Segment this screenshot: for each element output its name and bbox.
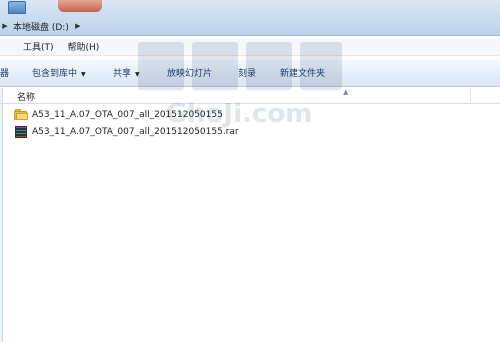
slideshow-button[interactable]: 放映幻灯片	[167, 66, 212, 82]
share-label: 共享	[113, 69, 132, 79]
include-in-library-label: 包含到库中	[32, 69, 78, 79]
file-list-header: 名称 ▲	[0, 88, 500, 104]
menu-tools[interactable]: 工具(T)	[16, 40, 61, 53]
explorer-window: ▶ 本地磁盘 (D:) ▶ 工具(T) 帮助(H) 器 包含到库中 ▼ 共享 ▼ 放…	[0, 0, 500, 342]
sort-ascending-icon: ▲	[343, 88, 349, 96]
breadcrumb-chevron-icon[interactable]: ▶	[0, 22, 10, 30]
column-divider[interactable]	[470, 88, 471, 104]
organize-button-label: 器	[0, 69, 10, 79]
column-header-name[interactable]: 名称	[17, 90, 35, 103]
rar-archive-icon	[14, 125, 28, 138]
file-name: A53_11_A.07_OTA_007_all_201512050155.rar	[32, 126, 239, 137]
command-toolbar: 器 包含到库中 ▼ 共享 ▼ 放映幻灯片 刻录 新建文件夹	[0, 59, 500, 87]
share-button[interactable]: 共享 ▼	[113, 66, 140, 82]
folder-icon	[14, 108, 28, 121]
organize-button[interactable]: 器	[0, 66, 9, 82]
burn-button[interactable]: 刻录	[238, 66, 256, 82]
breadcrumb-drive[interactable]: 本地磁盘 (D:)	[13, 20, 69, 33]
title-bar: ▶ 本地磁盘 (D:) ▶	[0, 0, 500, 36]
taskbar-app-icon	[58, 0, 102, 12]
menu-help[interactable]: 帮助(H)	[61, 40, 107, 53]
file-row[interactable]: A53_11_A.07_OTA_007_all_201512050155	[14, 107, 354, 122]
dropdown-arrow-icon: ▼	[135, 71, 140, 78]
file-name: A53_11_A.07_OTA_007_all_201512050155	[32, 109, 223, 120]
new-folder-button[interactable]: 新建文件夹	[280, 66, 325, 82]
dropdown-arrow-icon: ▼	[81, 71, 86, 78]
include-in-library-button[interactable]: 包含到库中 ▼	[32, 66, 86, 82]
navigation-pane-edge[interactable]	[0, 88, 3, 342]
menu-bar: 工具(T) 帮助(H)	[0, 38, 500, 56]
address-bar[interactable]: ▶ 本地磁盘 (D:) ▶	[0, 18, 500, 34]
window-app-icon	[8, 1, 26, 14]
breadcrumb-chevron-icon[interactable]: ▶	[73, 22, 83, 30]
file-row[interactable]: A53_11_A.07_OTA_007_all_201512050155.rar	[14, 124, 354, 139]
